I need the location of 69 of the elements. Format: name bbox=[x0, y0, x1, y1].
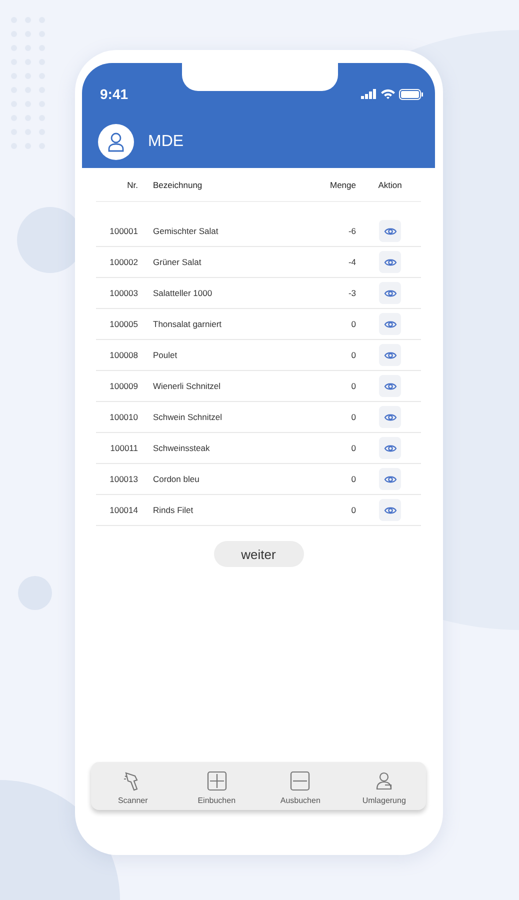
view-button[interactable] bbox=[379, 313, 401, 335]
eye-icon bbox=[384, 258, 396, 266]
tab-button[interactable]: Ausbuchen bbox=[258, 762, 342, 810]
item-name: Schwein Schnitzel bbox=[153, 412, 223, 422]
column-header: Nr. bbox=[126, 180, 138, 190]
item-quantity: -6 bbox=[347, 226, 356, 236]
eye-icon bbox=[384, 288, 396, 298]
plus-square-icon bbox=[206, 771, 227, 791]
item-quantity: 0 bbox=[350, 350, 356, 360]
item-quantity: 0 bbox=[350, 474, 356, 484]
item-name: Wienerli Schnitzel bbox=[153, 381, 222, 391]
item-quantity: 0 bbox=[350, 319, 356, 329]
item-quantity: -3 bbox=[347, 288, 356, 298]
eye-icon bbox=[384, 320, 396, 328]
app-title: MDE bbox=[148, 133, 184, 151]
item-name: Gemischter Salat bbox=[153, 226, 220, 236]
view-button[interactable] bbox=[379, 468, 401, 490]
item-name: Thonsalat garniert bbox=[153, 319, 223, 329]
eye-icon bbox=[384, 412, 396, 422]
item-quantity: 0 bbox=[350, 505, 356, 515]
eye-icon bbox=[384, 444, 396, 452]
tab-button[interactable]: Scanner bbox=[91, 762, 175, 810]
item-name: Salatteller 1000 bbox=[153, 288, 214, 298]
eye-icon bbox=[384, 350, 396, 360]
item-number: 100002 bbox=[108, 257, 138, 267]
item-name: Schweinssteak bbox=[153, 443, 211, 453]
item-quantity: -4 bbox=[347, 257, 356, 267]
item-name: Rinds Filet bbox=[153, 505, 194, 515]
item-name: Poulet bbox=[153, 350, 178, 360]
view-button[interactable] bbox=[379, 344, 401, 366]
eye-icon bbox=[384, 506, 396, 514]
view-button[interactable] bbox=[379, 251, 401, 273]
view-button[interactable] bbox=[379, 282, 401, 304]
item-number: 100009 bbox=[108, 381, 138, 391]
item-number: 100010 bbox=[108, 412, 138, 422]
item-number: 100001 bbox=[108, 226, 138, 236]
battery-icon bbox=[399, 88, 423, 100]
item-number: 100011 bbox=[109, 443, 138, 453]
item-number: 100014 bbox=[108, 505, 138, 515]
tab-button[interactable]: Umlagerung bbox=[342, 762, 426, 810]
item-number: 100005 bbox=[108, 319, 138, 329]
item-name: Cordon bleu bbox=[153, 474, 200, 484]
view-button[interactable] bbox=[379, 499, 401, 521]
next-button[interactable]: weiter bbox=[214, 541, 304, 567]
item-quantity: 0 bbox=[350, 381, 356, 391]
item-number: 100003 bbox=[108, 288, 138, 298]
tab-button[interactable]: Einbuchen bbox=[174, 762, 258, 810]
view-button[interactable] bbox=[379, 375, 401, 397]
column-header: Bezeichnung bbox=[153, 180, 204, 190]
status-time: 9:41 bbox=[100, 86, 128, 102]
column-header: Aktion bbox=[377, 180, 403, 190]
view-button[interactable] bbox=[379, 406, 401, 428]
view-button[interactable] bbox=[379, 437, 401, 459]
minus-square-icon bbox=[290, 771, 310, 791]
signal-icon bbox=[361, 89, 377, 99]
item-name: Grüner Salat bbox=[153, 257, 202, 267]
column-header: Menge bbox=[329, 180, 356, 190]
item-quantity: 0 bbox=[350, 443, 356, 453]
item-quantity: 0 bbox=[350, 412, 356, 422]
wifi-icon bbox=[381, 89, 395, 99]
person-box-icon bbox=[374, 771, 394, 791]
view-button[interactable] bbox=[379, 220, 401, 242]
eye-icon bbox=[384, 382, 396, 390]
item-number: 100013 bbox=[108, 474, 138, 484]
eye-icon bbox=[384, 226, 396, 236]
item-number: 100008 bbox=[108, 350, 138, 360]
avatar[interactable] bbox=[98, 124, 134, 160]
user-icon bbox=[108, 132, 124, 152]
eye-icon bbox=[384, 474, 396, 484]
